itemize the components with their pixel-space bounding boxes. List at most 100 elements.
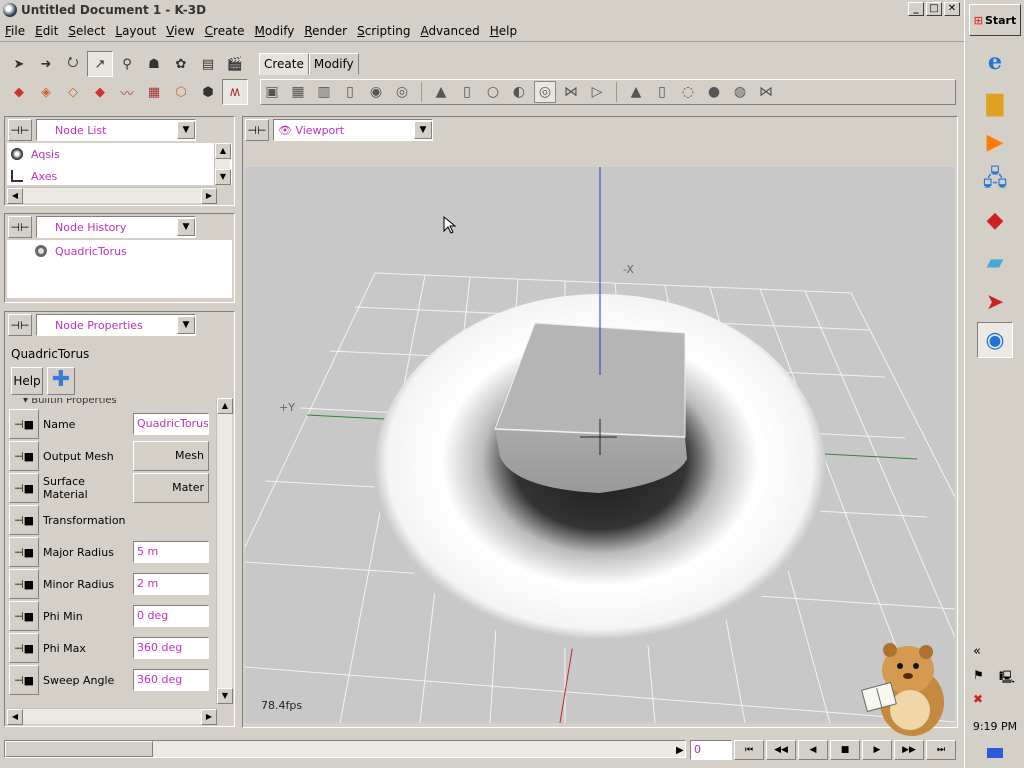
notepad-icon[interactable]: ▰: [977, 244, 1013, 280]
network-tray-icon[interactable]: 🖳: [999, 668, 1015, 689]
play-loop-reverse-button[interactable]: ◀◀: [766, 740, 796, 760]
menu-help[interactable]: Help: [485, 24, 522, 38]
select-patches-icon[interactable]: ▦: [141, 79, 167, 105]
property-value-field[interactable]: 5 m: [133, 541, 209, 563]
scroll-left-icon[interactable]: ◀: [7, 188, 23, 204]
render-region-icon[interactable]: ✿: [168, 51, 194, 77]
property-value-field[interactable]: 2 m: [133, 573, 209, 595]
nurbs-cylinder-icon[interactable]: ▯: [651, 81, 673, 103]
panel-type-combo[interactable]: Node Properties ▼: [36, 314, 196, 336]
connector-icon[interactable]: ⊣■: [9, 569, 39, 599]
scroll-right-icon[interactable]: ▶: [201, 188, 217, 204]
select-all-icon[interactable]: ʍ: [222, 79, 248, 105]
list-item[interactable]: Aqsis: [7, 143, 232, 165]
scroll-up-icon[interactable]: ▲: [217, 398, 233, 414]
menu-view[interactable]: View: [161, 24, 199, 38]
panel-type-combo[interactable]: Node List ▼: [36, 119, 196, 141]
folder-icon[interactable]: ▇: [977, 86, 1013, 122]
viewport-canvas[interactable]: -X +Y 78.4fps: [245, 167, 955, 723]
render-animation-icon[interactable]: 🎬: [222, 51, 248, 77]
menu-file[interactable]: File: [0, 24, 30, 38]
menu-advanced[interactable]: Advanced: [415, 24, 484, 38]
expand-tray-button[interactable]: «: [973, 644, 981, 659]
cylinder-icon[interactable]: ▥: [313, 81, 335, 103]
property-group-header[interactable]: ▾ Builtin Properties: [9, 398, 214, 408]
poly-sphere-icon[interactable]: ◉: [365, 81, 387, 103]
property-value-button[interactable]: Mater: [133, 473, 209, 503]
nurbs-sphere-icon[interactable]: ●: [703, 81, 725, 103]
select-lines-icon[interactable]: ◇: [60, 79, 86, 105]
properties-hscrollbar[interactable]: ◀ ▶: [7, 708, 217, 725]
property-value-field[interactable]: 360 deg: [133, 637, 209, 659]
panel-type-combo[interactable]: 👁 Viewport ▼: [273, 119, 433, 141]
scroll-left-icon[interactable]: ◀: [7, 709, 23, 725]
select-points-icon[interactable]: ◈: [33, 79, 59, 105]
connector-icon[interactable]: ⊣■: [9, 409, 39, 439]
select-faces-icon[interactable]: ◆: [87, 79, 113, 105]
connector-icon[interactable]: ⊣■: [9, 665, 39, 695]
minimize-button[interactable]: _: [908, 2, 924, 16]
tab-modify[interactable]: Modify: [308, 53, 359, 75]
scroll-down-icon[interactable]: ▼: [217, 688, 233, 704]
media-player-icon[interactable]: ▶: [977, 124, 1013, 160]
render-frame-icon[interactable]: ▤: [195, 51, 221, 77]
pin-icon[interactable]: ⊣⊢: [8, 216, 32, 238]
pin-icon[interactable]: ⊣⊢: [245, 119, 269, 141]
stop-button[interactable]: ■: [830, 740, 860, 760]
play-loop-button[interactable]: ▶▶: [894, 740, 924, 760]
property-value-field[interactable]: 360 deg: [133, 669, 209, 691]
quadric-sphere-icon[interactable]: ◐: [508, 81, 530, 103]
volume-muted-icon[interactable]: ✖: [973, 692, 983, 706]
maximize-button[interactable]: □: [926, 2, 942, 16]
k3d-taskbar-icon[interactable]: ◉: [977, 322, 1013, 358]
select-uniform-icon[interactable]: ⬢: [195, 79, 221, 105]
menu-select[interactable]: Select: [63, 24, 110, 38]
select-surfaces-icon[interactable]: ⬡: [168, 79, 194, 105]
network-icon[interactable]: 🖧: [977, 162, 1013, 198]
acrobat-icon[interactable]: ➤: [977, 284, 1013, 320]
connector-icon[interactable]: ⊣■: [9, 473, 39, 503]
frame-input[interactable]: 0: [690, 740, 732, 760]
select-curves-icon[interactable]: 〰: [114, 79, 140, 105]
cube-icon[interactable]: ▣: [261, 81, 283, 103]
menu-modify[interactable]: Modify: [250, 24, 300, 38]
nurbs-disk-icon[interactable]: ◌: [677, 81, 699, 103]
scale-tool-icon[interactable]: ↗: [87, 51, 113, 77]
connector-icon[interactable]: ⊣■: [9, 441, 39, 471]
connector-icon[interactable]: ⊣■: [9, 537, 39, 567]
connector-icon[interactable]: ⊣■: [9, 601, 39, 631]
snap-tool-icon[interactable]: ⚲: [114, 51, 140, 77]
select-tool-icon[interactable]: ➤: [6, 51, 32, 77]
grid-icon[interactable]: ▦: [287, 81, 309, 103]
menu-create[interactable]: Create: [200, 24, 250, 38]
pin-icon[interactable]: ⊣⊢: [8, 314, 32, 336]
property-value-field[interactable]: 0 deg: [133, 605, 209, 627]
connector-icon[interactable]: ⊣■: [9, 633, 39, 663]
quadric-hyperboloid-icon[interactable]: ⋈: [560, 81, 582, 103]
pin-icon[interactable]: ⊣⊢: [8, 119, 32, 141]
scroll-up-icon[interactable]: ▲: [215, 143, 231, 159]
property-value-button[interactable]: Mesh: [133, 441, 209, 471]
list-item[interactable]: Axes: [7, 165, 232, 187]
menu-render[interactable]: Render: [299, 24, 352, 38]
show-desktop-icon[interactable]: [987, 748, 1003, 758]
timeline-slider[interactable]: [4, 740, 686, 758]
poly-torus-icon[interactable]: ◎: [391, 81, 413, 103]
clock[interactable]: 9:19 PM: [965, 720, 1024, 733]
scroll-right-icon[interactable]: ▶: [201, 709, 217, 725]
quadric-cylinder-icon[interactable]: ▯: [456, 81, 478, 103]
menu-edit[interactable]: Edit: [30, 24, 63, 38]
nurbs-torus-icon[interactable]: ◍: [729, 81, 751, 103]
node-list-scrollbar[interactable]: ▲ ▼: [214, 143, 231, 185]
go-to-end-button[interactable]: ⏭: [926, 740, 956, 760]
panel-type-combo[interactable]: Node History ▼: [36, 216, 196, 238]
help-button[interactable]: Help: [11, 367, 43, 395]
internet-explorer-icon[interactable]: e: [977, 44, 1013, 80]
rotate-tool-icon[interactable]: ⭮: [60, 51, 86, 77]
list-item[interactable]: QuadricTorus: [7, 240, 232, 262]
connector-icon[interactable]: ⊣■: [9, 505, 39, 535]
render-preview-icon[interactable]: ☗: [141, 51, 167, 77]
start-button[interactable]: ⊞ Start: [969, 4, 1021, 36]
add-property-button[interactable]: ✚: [47, 367, 75, 395]
timeline-thumb[interactable]: [5, 741, 153, 757]
